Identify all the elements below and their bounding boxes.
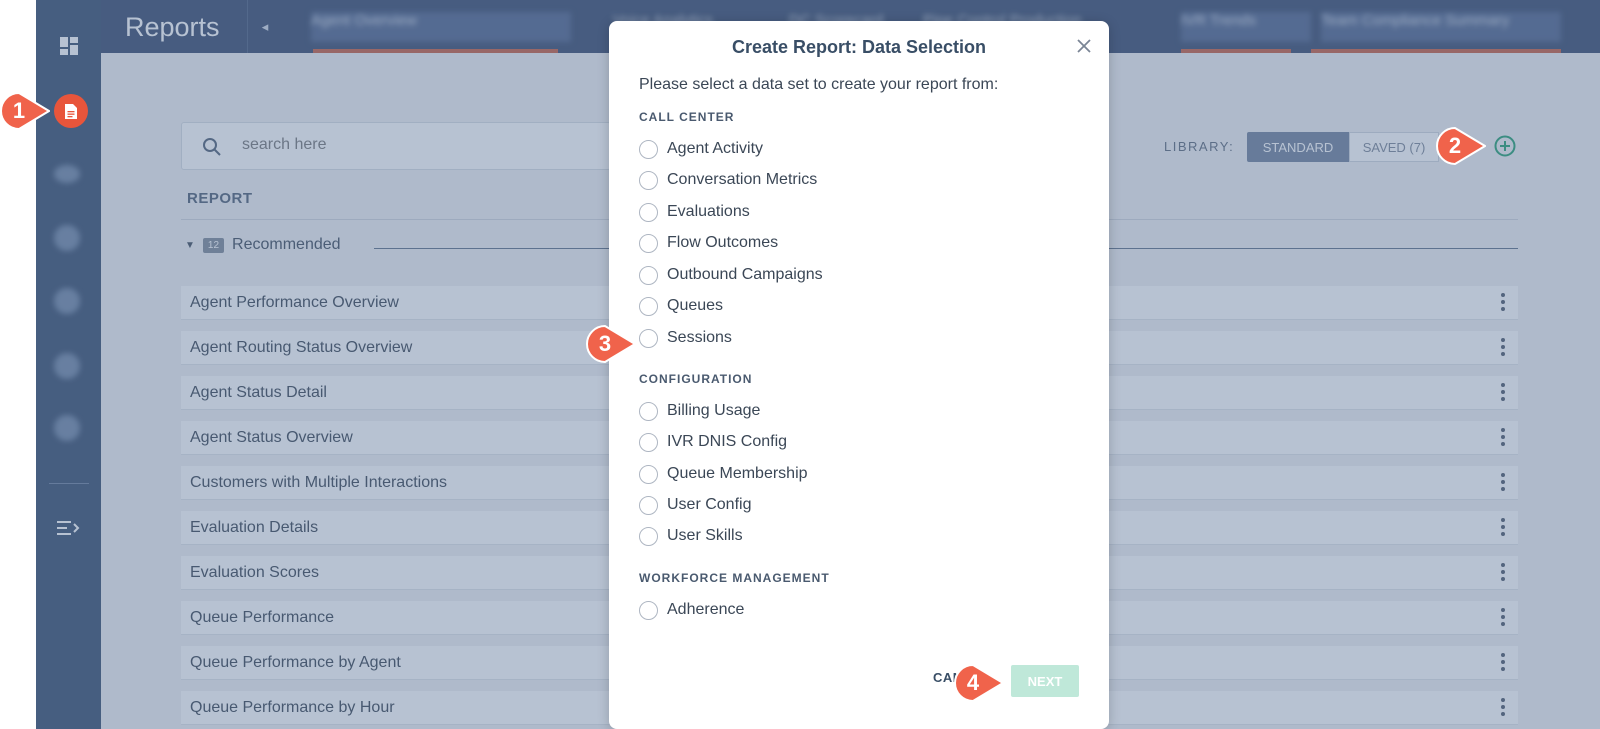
- radio-button[interactable]: [639, 139, 658, 159]
- callout-number: 1: [12, 98, 26, 123]
- radio-button[interactable]: [639, 432, 658, 452]
- callout-number: 4: [966, 670, 980, 695]
- option-billing-usage[interactable]: Billing Usage: [639, 399, 760, 423]
- option-label: Billing Usage: [667, 402, 761, 419]
- section-heading: WORKFORCE MANAGEMENT: [639, 571, 830, 585]
- radio-button[interactable]: [639, 328, 658, 348]
- option-outbound-campaigns[interactable]: Outbound Campaigns: [639, 263, 823, 287]
- radio-button[interactable]: [639, 265, 658, 285]
- option-label: Flow Outcomes: [667, 234, 779, 251]
- radio-button[interactable]: [639, 401, 658, 421]
- radio-button[interactable]: [639, 202, 658, 222]
- option-label: Adherence: [667, 601, 745, 618]
- option-label: Sessions: [667, 329, 732, 346]
- radio-button[interactable]: [639, 495, 658, 515]
- option-label: Queue Membership: [667, 465, 808, 482]
- radio-button[interactable]: [639, 526, 658, 546]
- create-report-dialog: Create Report: Data Selection Please sel…: [609, 21, 1109, 729]
- option-label: User Skills: [667, 527, 743, 544]
- option-user-config[interactable]: User Config: [639, 493, 751, 517]
- radio-button[interactable]: [639, 600, 658, 620]
- option-adherence[interactable]: Adherence: [639, 598, 744, 622]
- option-user-skills[interactable]: User Skills: [639, 524, 743, 548]
- option-queues[interactable]: Queues: [639, 294, 723, 318]
- callout-number: 3: [598, 331, 612, 356]
- option-label: IVR DNIS Config: [667, 433, 788, 450]
- option-ivr-dnis-config[interactable]: IVR DNIS Config: [639, 430, 787, 454]
- radio-button[interactable]: [639, 296, 658, 316]
- radio-button[interactable]: [639, 233, 658, 253]
- option-sessions[interactable]: Sessions: [639, 326, 732, 350]
- option-label: Outbound Campaigns: [667, 266, 823, 283]
- callout-number: 2: [1448, 133, 1462, 158]
- dialog-description: Please select a data set to create your …: [639, 76, 999, 93]
- option-evaluations[interactable]: Evaluations: [639, 200, 750, 224]
- callout-marker: 3: [586, 325, 636, 363]
- next-button[interactable]: NEXT: [1011, 665, 1079, 697]
- radio-button[interactable]: [639, 170, 658, 190]
- option-label: Queues: [667, 297, 724, 314]
- option-label: Conversation Metrics: [667, 171, 818, 188]
- section-heading: CALL CENTER: [639, 110, 735, 124]
- dialog-title: Create Report: Data Selection: [731, 37, 987, 57]
- option-flow-outcomes[interactable]: Flow Outcomes: [639, 231, 778, 255]
- close-icon[interactable]: [1077, 39, 1091, 53]
- option-queue-membership[interactable]: Queue Membership: [639, 462, 808, 486]
- callout-marker: 2: [1436, 127, 1486, 165]
- option-label: User Config: [667, 496, 752, 513]
- callout-marker: 1: [0, 92, 50, 130]
- option-conversation-metrics[interactable]: Conversation Metrics: [639, 168, 817, 192]
- option-agent-activity[interactable]: Agent Activity: [639, 137, 763, 161]
- radio-button[interactable]: [639, 464, 658, 484]
- callout-marker: 4: [954, 664, 1004, 702]
- option-label: Evaluations: [667, 203, 750, 220]
- option-label: Agent Activity: [667, 140, 764, 157]
- section-heading: CONFIGURATION: [639, 372, 753, 386]
- reports-icon[interactable]: [54, 94, 88, 128]
